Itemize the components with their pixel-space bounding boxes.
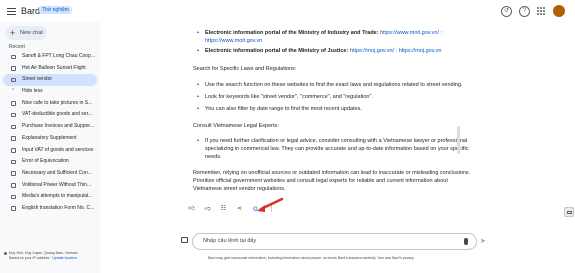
menu-icon[interactable] [7,8,16,15]
list-item: Use the search function on these website… [193,81,475,89]
chat-icon [11,54,16,59]
recent-chat-item[interactable]: Media's attempts to manipulat... [3,191,97,203]
list-item: Electronic information portal of the Min… [193,29,475,45]
scrollbar[interactable] [457,126,460,154]
recent-heading: Recent [9,44,25,50]
recent-chat-item[interactable]: Purchase Invoices and Suppor... [3,121,97,133]
chat-icon [11,124,16,130]
recent-chat-item[interactable]: Hot Air Balloon Sunset Flight [3,63,97,75]
help-icon[interactable]: ? [519,5,530,17]
recent-chat-item[interactable]: Necessary and Sufficient Con... [3,168,97,180]
recent-chat-item[interactable]: Nice cafe to take pictures in S... [3,98,97,110]
section-heading: Search for Specific Laws and Regulations… [193,66,297,72]
section-heading: Consult Vietnamese Legal Experts: [193,123,279,129]
main-area: Electronic information portal of the Min… [100,22,562,273]
chat-icon [11,183,16,188]
location-note: Based on your IP address · [9,256,53,260]
chat-icon [11,112,16,118]
top-right-icons: ↺ ? [501,5,565,17]
list-item: Electronic information portal of the Min… [193,47,475,55]
location-dot-icon [4,252,7,255]
apps-grid-icon[interactable] [537,6,546,16]
chat-icon [11,77,16,83]
experiment-badge: Thử nghiệm [39,6,72,14]
side-panel-widget[interactable] [564,207,574,217]
tune-icon[interactable]: ☷ [220,206,227,213]
recent-chat-item[interactable]: Error of Equivocation [3,156,97,168]
thumbs-down-icon[interactable]: 👎︎ [204,206,211,213]
moit-link-2[interactable]: https://www.moit.gov.vn [205,38,262,44]
thumbs-up-icon[interactable]: 👍︎ [188,206,195,213]
moit-link[interactable]: https://www.moit.gov.vn/ [380,30,439,36]
history-icon[interactable]: ↺ [501,5,512,17]
recent-chat-item[interactable]: Volitional Power Without Thin... [3,180,97,192]
top-bar: Bard Thử nghiệm ↺ ? [0,0,575,22]
recent-chat-item-active[interactable]: Street vendor [3,74,97,87]
sidebar: + New chat Recent Sanofi & FPT Long Chau… [0,22,100,273]
upload-image-icon[interactable] [181,237,188,243]
chat-icon [11,136,16,141]
recent-chat-item[interactable]: VAT-deductible goods and ser... [3,109,97,121]
new-chat-label: New chat [20,30,43,36]
share-icon[interactable]: ⋖ [236,206,243,213]
chat-icon [11,194,16,200]
recent-chat-item[interactable]: Explanatory Supplement [3,133,97,145]
avatar[interactable] [553,5,565,17]
chat-icon [11,66,16,71]
app-brand[interactable]: Bard [21,6,40,16]
prompt-placeholder: Nhập câu lệnh tại đây [203,238,257,244]
list-item: Look for keywords like "street vendor", … [193,93,475,101]
send-icon[interactable]: ➤ [480,237,486,245]
chat-icon [11,206,16,211]
location-info: Duy Vinh, Duy Xuyen, Quang Nam, Vietnam … [4,251,99,261]
plus-icon: + [10,28,16,38]
recent-chat-item[interactable]: Input VAT of goods and services [3,145,97,157]
prompt-input[interactable]: Nhập câu lệnh tại đây [192,233,477,250]
moj-link[interactable]: https://moj.gov.vn/ [350,48,394,54]
chevron-up-icon: ⌃ [11,88,16,95]
moj-link-2[interactable]: https://moj.gov.vn [399,48,442,54]
mic-icon[interactable] [464,238,468,245]
update-location-link[interactable]: Update location [52,256,76,260]
list-item: If you need further clarification or leg… [193,137,475,161]
recent-chat-item[interactable]: English translation Form No. C... [3,203,97,215]
recent-list: Sanofi & FPT Long Chau Coop... Hot Air B… [3,51,97,215]
closing-paragraph: Remember, relying on unofficial sources … [193,170,471,192]
recent-chat-item[interactable]: Sanofi & FPT Long Chau Coop... [3,51,97,63]
disclaimer-text: Bard may give inaccurate information, in… [208,256,414,260]
new-chat-button[interactable]: + New chat [5,26,47,40]
chat-icon [11,171,16,176]
list-item: You can also filter by date range to fin… [193,105,475,113]
chat-icon [11,101,16,106]
chat-icon [11,159,16,165]
red-arrow-annotation [257,197,284,212]
hide-less-toggle[interactable]: ⌃ Hide less [3,86,97,98]
chat-icon [11,148,16,153]
